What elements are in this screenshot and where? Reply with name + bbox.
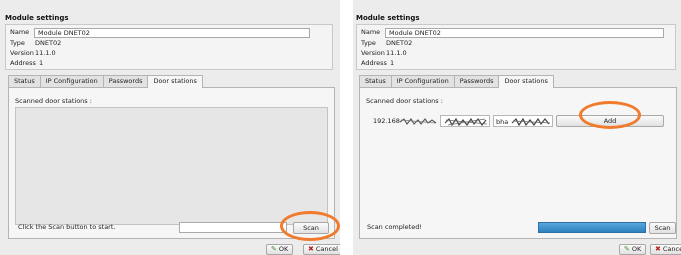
cancel-label: Cancel bbox=[315, 245, 338, 253]
name-input[interactable]: Module DNET02 bbox=[385, 28, 664, 38]
redacted-name-scribble bbox=[444, 117, 488, 126]
x-icon: ✖ bbox=[655, 245, 661, 253]
tab-bar: Status IP Configuration Passwords Door s… bbox=[8, 75, 203, 88]
scan-status-text: Scan completed! bbox=[367, 223, 422, 231]
scanned-door-stations-label: Scanned door stations : bbox=[366, 97, 443, 105]
tab-status[interactable]: Status bbox=[8, 75, 41, 87]
redacted-ip-scribble bbox=[399, 118, 437, 125]
module-info-panel: Name Module DNET02 Type DNET02 Version 1… bbox=[5, 24, 333, 70]
version-label: Version bbox=[10, 49, 34, 57]
tab-bar: Status IP Configuration Passwords Door s… bbox=[359, 75, 554, 88]
module-info-panel: Name Module DNET02 Type DNET02 Version 1… bbox=[356, 24, 676, 70]
check-icon: ✎ bbox=[271, 245, 277, 253]
door-stations-panel: Scanned door stations : 192.168 bha Add bbox=[359, 87, 677, 239]
scanned-door-stations-label: Scanned door stations : bbox=[15, 97, 92, 105]
ok-label: OK bbox=[631, 245, 642, 253]
name-label: Name bbox=[10, 28, 30, 36]
ok-label: OK bbox=[278, 245, 289, 253]
station-name-field bbox=[440, 115, 490, 127]
address-value: 1 bbox=[39, 59, 44, 67]
x-icon: ✖ bbox=[308, 245, 314, 253]
tab-ip-configuration[interactable]: IP Configuration bbox=[39, 75, 104, 87]
type-value: DNET02 bbox=[35, 39, 62, 47]
scan-progress-bar bbox=[538, 222, 646, 233]
type-label: Type bbox=[10, 39, 25, 47]
door-stations-list[interactable]: 192.168 bha Add bbox=[366, 107, 670, 225]
dialog-title: Module settings bbox=[356, 14, 420, 22]
address-label: Address bbox=[10, 59, 36, 67]
ok-button[interactable]: ✎ OK bbox=[619, 244, 647, 255]
version-value: 11.1.0 bbox=[386, 49, 407, 57]
door-stations-panel: Scanned door stations : bbox=[8, 87, 335, 239]
ok-button[interactable]: ✎ OK bbox=[266, 244, 294, 255]
tab-door-stations[interactable]: Door stations bbox=[147, 75, 203, 88]
scan-progress-bar bbox=[179, 222, 287, 233]
name-input[interactable]: Module DNET02 bbox=[34, 28, 310, 38]
tab-passwords[interactable]: Passwords bbox=[453, 75, 500, 87]
module-settings-dialog-after: Module settings Name Module DNET02 Type … bbox=[353, 0, 681, 255]
station-ip-address: 192.168 bbox=[373, 117, 400, 125]
scan-button[interactable]: Scan bbox=[293, 222, 329, 234]
tab-status[interactable]: Status bbox=[359, 75, 392, 87]
tab-door-stations[interactable]: Door stations bbox=[498, 75, 554, 88]
add-button[interactable]: Add bbox=[556, 115, 664, 127]
door-stations-list[interactable] bbox=[15, 107, 328, 225]
tab-ip-configuration[interactable]: IP Configuration bbox=[390, 75, 455, 87]
version-label: Version bbox=[361, 49, 385, 57]
tab-passwords[interactable]: Passwords bbox=[102, 75, 149, 87]
address-value: 1 bbox=[390, 59, 395, 67]
station-ip-prefix: 192.168 bbox=[373, 117, 400, 125]
cancel-button[interactable]: ✖ Cancel bbox=[650, 244, 681, 255]
station-host-field: bha bbox=[493, 115, 553, 127]
cancel-label: Cancel bbox=[662, 245, 681, 253]
scan-button[interactable]: Scan bbox=[649, 222, 676, 234]
dialog-title: Module settings bbox=[5, 14, 69, 22]
station-host-prefix: bha bbox=[496, 118, 509, 126]
cancel-button[interactable]: ✖ Cancel bbox=[303, 244, 340, 255]
scan-status-text: Click the Scan button to start. bbox=[18, 223, 116, 231]
address-label: Address bbox=[361, 59, 387, 67]
version-value: 11.1.0 bbox=[35, 49, 56, 57]
type-value: DNET02 bbox=[386, 39, 413, 47]
type-label: Type bbox=[361, 39, 376, 47]
name-label: Name bbox=[361, 28, 381, 36]
check-icon: ✎ bbox=[624, 245, 630, 253]
module-settings-dialog-before: Module settings Name Module DNET02 Type … bbox=[0, 0, 340, 255]
redacted-host-scribble bbox=[511, 117, 551, 126]
